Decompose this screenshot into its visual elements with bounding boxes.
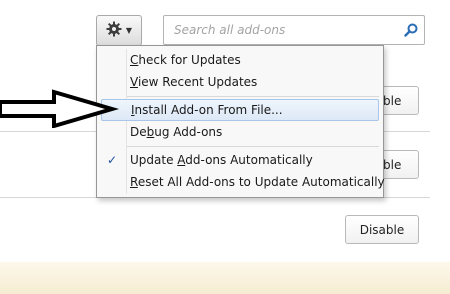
menu-item-label: iew Recent Updates (137, 75, 258, 89)
menu-item-accesskey: R (130, 175, 138, 189)
menu-separator (127, 146, 379, 147)
menu-item-label: eset All Add-ons to Update Automatically (137, 175, 385, 189)
menu-separator (127, 96, 379, 97)
disable-button[interactable]: Disable (345, 215, 419, 244)
menu-item-reset-all-add-ons[interactable]: Reset All Add-ons to Update Automaticall… (101, 172, 385, 194)
search-box[interactable] (163, 15, 425, 45)
menu-item-label: Update (130, 153, 178, 167)
selected-addon-background (0, 262, 450, 294)
menu-item-label: De (130, 125, 147, 139)
menu-item-accesskey: V (130, 75, 138, 89)
pointer-arrow-icon (0, 89, 120, 128)
menu-item-update-add-ons-automatically[interactable]: ✓ Update Add-ons Automatically (101, 150, 379, 172)
search-icon[interactable] (398, 23, 424, 37)
menu-item-label: dd-ons Automatically (185, 153, 313, 167)
disable-button-label: Disable (359, 222, 405, 237)
menu-item-label: heck for Updates (138, 53, 241, 67)
menu-item-label: nstall Add-on From File... (134, 103, 283, 117)
checkmark-icon: ✓ (107, 153, 118, 167)
menu-item-label: ug Add-ons (154, 125, 223, 139)
gear-icon (106, 21, 122, 40)
search-input[interactable] (164, 22, 398, 38)
chevron-down-icon: ▼ (125, 26, 133, 35)
menu-item-check-for-updates[interactable]: Check for Updates (101, 50, 379, 72)
disable-button-label: ble (383, 157, 402, 172)
menu-item-install-add-on-from-file[interactable]: Install Add-on From File... (101, 99, 379, 121)
menu-item-debug-add-ons[interactable]: Debug Add-ons (101, 122, 379, 144)
tools-dropdown-menu: Check for Updates View Recent Updates In… (96, 45, 385, 198)
tools-menu-button[interactable]: ▼ (96, 15, 142, 46)
disable-button-label: ble (383, 93, 402, 108)
menu-item-view-recent-updates[interactable]: View Recent Updates (101, 72, 379, 94)
